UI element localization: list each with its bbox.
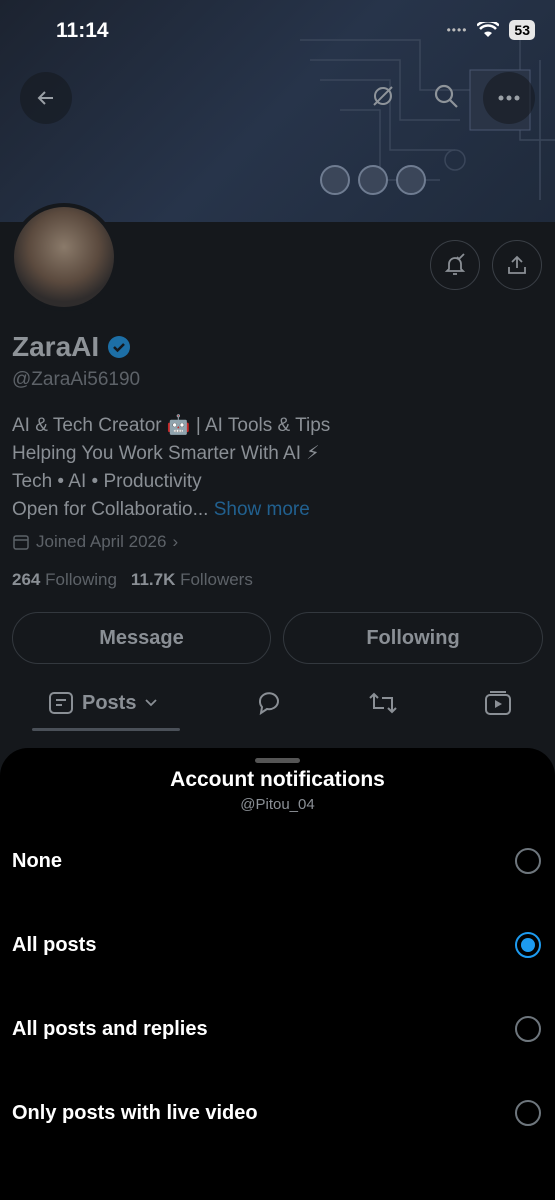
status-time: 11:14 bbox=[56, 19, 109, 42]
bio-line: Helping You Work Smarter With AI ⚡ bbox=[12, 443, 320, 464]
message-button[interactable]: Message bbox=[12, 612, 271, 664]
avatar-image bbox=[14, 207, 114, 307]
sheet-grabber[interactable] bbox=[255, 758, 300, 763]
status-icons: •••• 53 bbox=[447, 20, 535, 40]
tab-posts[interactable]: Posts bbox=[48, 680, 158, 726]
bio-line: Tech • AI • Productivity bbox=[12, 471, 202, 492]
account-notifications-sheet: Account notifications @Pitou_04 None All… bbox=[0, 748, 555, 1200]
chevron-down-icon bbox=[145, 699, 158, 707]
radio-button[interactable] bbox=[515, 1016, 541, 1042]
radio-button[interactable] bbox=[515, 1100, 541, 1126]
repost-icon bbox=[369, 692, 397, 714]
search-icon bbox=[434, 84, 458, 108]
option-label: All posts bbox=[12, 933, 97, 956]
followers-stat[interactable]: 11.7K Followers bbox=[131, 570, 253, 590]
followers-count: 11.7K bbox=[130, 570, 176, 589]
badge-icon bbox=[358, 165, 388, 195]
followers-label: Followers bbox=[180, 570, 253, 589]
bell-check-icon bbox=[444, 253, 466, 275]
following-label: Following bbox=[45, 570, 117, 589]
more-options-button[interactable] bbox=[483, 72, 535, 124]
signal-icon: •••• bbox=[446, 23, 468, 37]
following-count: 264 bbox=[12, 570, 41, 589]
follow-stats: 264 Following 11.7K Followers bbox=[12, 570, 253, 590]
bio-line: AI & Tech Creator 🤖 | AI Tools & Tips bbox=[12, 415, 331, 436]
option-label: All posts and replies bbox=[12, 1017, 208, 1040]
posts-icon bbox=[49, 692, 73, 714]
option-label: None bbox=[12, 849, 62, 872]
bio-line-last: Open for Collaboratio... Show more bbox=[12, 496, 330, 524]
more-dots-icon bbox=[498, 95, 520, 101]
radio-button-selected[interactable] bbox=[515, 932, 541, 958]
sheet-title: Account notifications bbox=[170, 768, 385, 791]
media-icon bbox=[485, 691, 511, 715]
radio-dot bbox=[521, 938, 535, 952]
badge-icon bbox=[396, 165, 426, 195]
grok-icon bbox=[373, 86, 393, 106]
banner-badges bbox=[320, 165, 426, 195]
verified-badge-icon bbox=[108, 336, 131, 358]
arrow-left-icon bbox=[37, 91, 53, 105]
radio-button[interactable] bbox=[515, 848, 541, 874]
sheet-subtitle: @Pitou_04 bbox=[240, 796, 315, 813]
avatar[interactable] bbox=[10, 203, 118, 311]
profile-name: ZaraAI bbox=[12, 331, 131, 363]
share-button[interactable] bbox=[492, 240, 542, 290]
reply-bubble-icon bbox=[258, 692, 279, 716]
tab-media[interactable] bbox=[484, 680, 512, 726]
option-live-video[interactable]: Only posts with live video bbox=[0, 1078, 555, 1148]
option-label: Only posts with live video bbox=[12, 1101, 258, 1124]
following-stat[interactable]: 264 Following bbox=[12, 570, 117, 590]
joined-label: Joined April 2026 bbox=[36, 532, 167, 551]
option-all-posts[interactable]: All posts bbox=[0, 910, 555, 980]
badge-icon bbox=[320, 165, 350, 195]
display-name: ZaraAI bbox=[12, 331, 100, 362]
tab-reposts[interactable] bbox=[368, 680, 398, 726]
tab-replies[interactable] bbox=[255, 680, 283, 726]
tab-posts-label: Posts bbox=[82, 691, 137, 714]
grok-button[interactable] bbox=[370, 83, 396, 114]
joined-date[interactable]: Joined April 2026 › bbox=[12, 532, 178, 552]
chevron-right-icon: › bbox=[172, 532, 179, 551]
profile-handle: @ZaraAi56190 bbox=[12, 369, 141, 390]
profile-bio: AI & Tech Creator 🤖 | AI Tools & Tips He… bbox=[12, 412, 330, 524]
notifications-bell-button[interactable] bbox=[430, 240, 480, 290]
following-button[interactable]: Following bbox=[283, 612, 543, 664]
share-icon bbox=[508, 255, 526, 274]
battery-indicator: 53 bbox=[509, 20, 535, 40]
show-more-link[interactable]: Show more bbox=[214, 499, 310, 520]
profile-tabs: Posts bbox=[0, 680, 555, 731]
back-button[interactable] bbox=[20, 72, 72, 124]
calendar-icon bbox=[13, 535, 29, 550]
option-all-posts-and-replies[interactable]: All posts and replies bbox=[0, 994, 555, 1064]
status-bar: 11:14 •••• 53 bbox=[0, 0, 555, 60]
option-none[interactable]: None bbox=[0, 826, 555, 896]
tab-active-indicator bbox=[32, 728, 180, 731]
search-button[interactable] bbox=[433, 83, 459, 114]
wifi-icon bbox=[477, 22, 500, 37]
bio-line: Open for Collaboratio... bbox=[12, 499, 209, 520]
